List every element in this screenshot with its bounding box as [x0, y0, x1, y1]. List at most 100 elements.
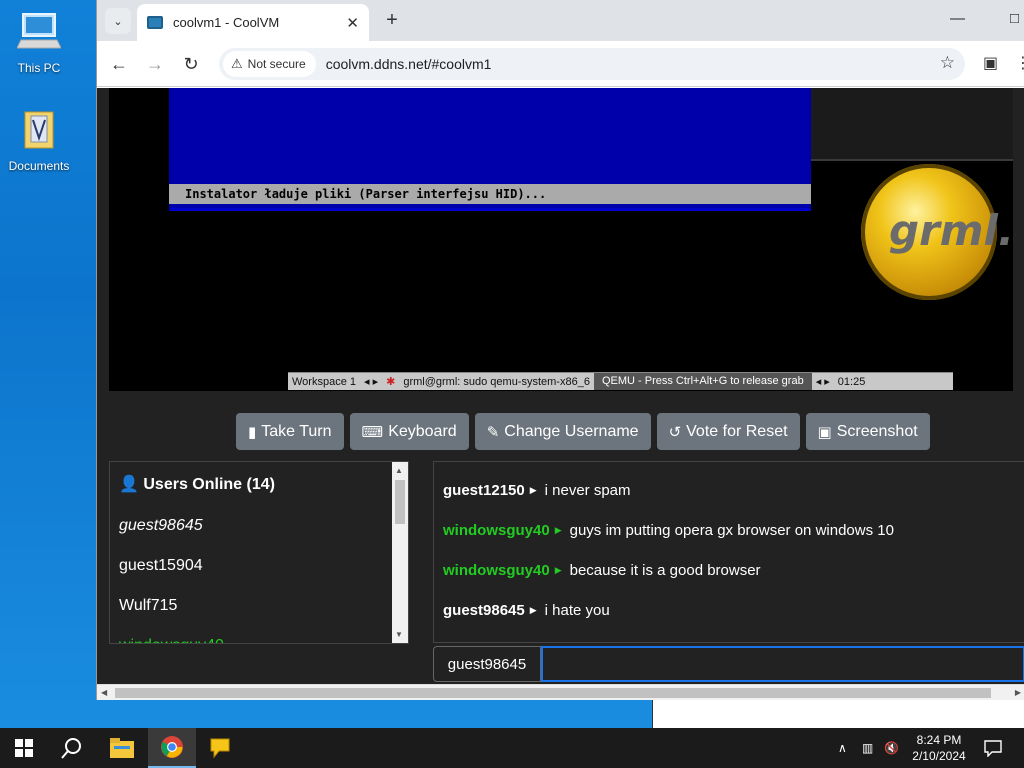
- user-list-item[interactable]: windowsguy40: [110, 626, 408, 643]
- triangle-right-icon: ▶: [529, 484, 537, 495]
- tab-search-button[interactable]: ⌄: [105, 8, 131, 34]
- vote-reset-label: Vote for Reset: [686, 422, 788, 440]
- windows-logo-icon: [15, 739, 33, 757]
- menu-button[interactable]: ⋮: [1015, 53, 1024, 73]
- tab-coolvm1[interactable]: coolvm1 - CoolVM ✕: [137, 4, 369, 41]
- chat-text: i never spam: [544, 481, 631, 499]
- users-scrollbar[interactable]: ▲ ▼: [392, 462, 408, 643]
- side-panel-button[interactable]: ▣: [983, 53, 998, 73]
- new-tab-button[interactable]: +: [379, 8, 405, 34]
- speech-bubble-icon: [210, 738, 230, 759]
- users-online-header: 👤 Users Online (14): [110, 462, 408, 506]
- chat-panel: guest12150 ▶ i never spam windowsguy40 ▶…: [433, 461, 1024, 643]
- take-turn-label: Take Turn: [261, 422, 332, 440]
- plus-icon: +: [386, 9, 398, 31]
- desktop-icon-this-pc[interactable]: This PC: [1, 10, 77, 75]
- scroll-left-icon[interactable]: ◀: [101, 688, 107, 697]
- chat-text: i hate you: [544, 601, 610, 619]
- url-text: coolvm.ddns.net/#coolvm1: [325, 56, 492, 72]
- grml-logo-text: grml.: [889, 206, 1013, 255]
- side-panel-icon: ▣: [983, 55, 999, 72]
- vm-arrows-icon: ◂ ▸: [815, 376, 830, 388]
- change-username-button[interactable]: ✎ Change Username: [474, 413, 651, 450]
- installer-status-bar: Instalator ładuje pliki (Parser interfej…: [169, 184, 811, 204]
- chrome-taskbar-button[interactable]: [148, 728, 196, 768]
- chat-app-button[interactable]: [196, 728, 244, 768]
- mouse-icon: ▮: [248, 423, 257, 441]
- security-chip[interactable]: ⚠ Not secure: [223, 51, 316, 77]
- user-list-item[interactable]: guest98645: [110, 506, 408, 546]
- desktop-icon-label: This PC: [17, 61, 61, 75]
- current-username[interactable]: guest98645: [433, 646, 541, 682]
- browser-window: ⌄ coolvm1 - CoolVM ✕ + — □ ← → ↻ ⚠ Not s…: [96, 0, 1024, 700]
- tab-strip: ⌄ coolvm1 - CoolVM ✕ + — □: [97, 0, 1024, 41]
- chevron-down-icon: ⌄: [113, 15, 123, 28]
- file-explorer-button[interactable]: [98, 728, 146, 768]
- chat-text: guys im putting opera gx browser on wind…: [569, 521, 894, 539]
- reload-button[interactable]: ↻: [179, 52, 203, 76]
- tab-title: coolvm1 - CoolVM: [173, 15, 280, 30]
- user-list-item[interactable]: guest15904: [110, 546, 408, 586]
- chevron-up-icon: ∧: [838, 741, 847, 755]
- chat-message: guest12150 ▶ i never spam: [434, 470, 1024, 510]
- chat-input-row: guest98645: [433, 646, 1024, 682]
- screenshot-button[interactable]: ▣ Screenshot: [805, 413, 930, 450]
- horizontal-scrollbar[interactable]: ◀ ▶: [97, 684, 1024, 700]
- take-turn-button[interactable]: ▮ Take Turn: [236, 413, 344, 450]
- scrollbar-thumb[interactable]: [395, 480, 405, 524]
- bookmark-star-icon[interactable]: ☆: [940, 53, 955, 73]
- desktop-icon-documents[interactable]: Documents: [1, 108, 77, 173]
- address-bar[interactable]: ⚠ Not secure coolvm.ddns.net/#coolvm1 ☆: [219, 48, 965, 80]
- chat-input[interactable]: [541, 646, 1024, 682]
- taskbar: ∧ ▥ 🔇 8:24 PM 2/10/2024: [0, 728, 1024, 768]
- desktop-icon-label: Documents: [8, 159, 70, 173]
- keyboard-button[interactable]: ⌨ Keyboard: [349, 413, 469, 450]
- scrollbar-thumb[interactable]: [115, 688, 991, 698]
- vm-display[interactable]: Instalator ładuje pliki (Parser interfej…: [109, 88, 1013, 391]
- vm-taskbar: Workspace 1 ◂ ▸ ✱ grml@grml: sudo qemu-s…: [288, 372, 953, 390]
- chat-message: guest98645 ▶ i hate you: [434, 590, 1024, 630]
- chat-message: windowsguy40 ▶ because it is a good brow…: [434, 550, 1024, 590]
- documents-folder-icon: [24, 111, 54, 149]
- chat-username: guest98645: [443, 601, 525, 619]
- chat-message: windowsguy40 ▶ guys im putting opera gx …: [434, 510, 1024, 550]
- scroll-up-icon[interactable]: ▲: [395, 466, 403, 475]
- user-pen-icon: ✎: [486, 423, 500, 441]
- minimize-button[interactable]: —: [950, 10, 965, 27]
- volume-status[interactable]: 🔇: [884, 728, 899, 768]
- background-window: [652, 700, 1024, 728]
- search-button[interactable]: [48, 728, 96, 768]
- start-button[interactable]: [0, 728, 48, 768]
- vm-qemu-label: QEMU - Press Ctrl+Alt+G to release grab: [593, 373, 812, 390]
- triangle-right-icon: ▶: [554, 564, 562, 575]
- maximize-button[interactable]: □: [1010, 10, 1019, 27]
- reload-icon: ↻: [183, 54, 199, 74]
- page-content: Instalator ładuje pliki (Parser interfej…: [97, 88, 1024, 684]
- scroll-right-icon[interactable]: ▶: [1015, 688, 1021, 697]
- vote-reset-button[interactable]: ↺ Vote for Reset: [656, 413, 800, 450]
- show-hidden-icons[interactable]: ∧: [838, 728, 847, 768]
- users-online-panel: 👤 Users Online (14) guest98645 guest1590…: [109, 461, 409, 644]
- notification-icon: [984, 740, 1002, 757]
- grml-task-icon: ✱: [386, 376, 396, 388]
- back-button[interactable]: ←: [107, 52, 131, 76]
- vm-arrows-icon: ◂ ▸: [364, 376, 379, 388]
- forward-button[interactable]: →: [143, 52, 167, 76]
- keyboard-icon: ⌨: [361, 423, 384, 441]
- user-list-item[interactable]: Wulf715: [110, 586, 408, 626]
- close-icon[interactable]: ✕: [346, 14, 359, 32]
- notifications-button[interactable]: [984, 728, 1002, 768]
- kebab-menu-icon: ⋮: [1015, 55, 1024, 72]
- vm-task-label: grml@grml: sudo qemu-system-x86_6: [403, 375, 590, 388]
- network-status[interactable]: ▥: [862, 728, 873, 768]
- triangle-right-icon: ▶: [554, 524, 562, 535]
- chat-text: because it is a good browser: [569, 561, 761, 579]
- minimize-icon: —: [950, 10, 965, 27]
- security-label: Not secure: [247, 57, 306, 71]
- folder-icon: [110, 738, 134, 758]
- chat-username: windowsguy40: [443, 521, 550, 539]
- scroll-down-icon[interactable]: ▼: [395, 630, 403, 639]
- system-clock[interactable]: 8:24 PM 2/10/2024: [900, 732, 978, 764]
- users-online-title: Users Online (14): [143, 476, 275, 493]
- triangle-right-icon: ▶: [529, 604, 537, 615]
